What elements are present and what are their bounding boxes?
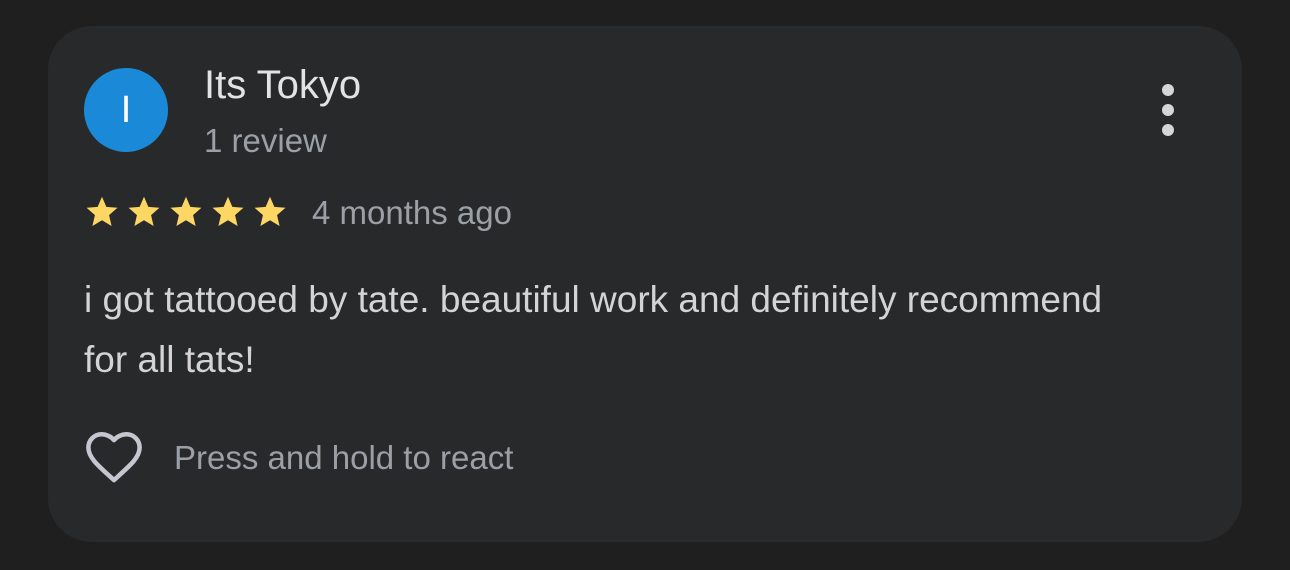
star-icon	[254, 196, 286, 226]
star-icon	[212, 196, 244, 226]
more-vert-icon	[1162, 84, 1174, 136]
react-button[interactable]	[82, 426, 146, 490]
author-review-count: 1 review	[204, 122, 327, 159]
react-hint: Press and hold to react	[174, 439, 514, 476]
avatar[interactable]: I	[84, 68, 168, 152]
star-icon	[170, 196, 202, 226]
author-name[interactable]: Its Tokyo	[204, 60, 361, 110]
heart-outline-icon	[86, 432, 142, 483]
review-card: I Its Tokyo 1 review 4 months ago i got …	[48, 26, 1242, 542]
more-options-button[interactable]	[1150, 80, 1186, 140]
star-rating	[84, 190, 294, 234]
star-icon	[128, 196, 160, 226]
review-text: i got tattooed by tate. beautiful work a…	[84, 279, 1103, 380]
star-icon	[86, 196, 118, 226]
review-time: 4 months ago	[312, 194, 512, 231]
